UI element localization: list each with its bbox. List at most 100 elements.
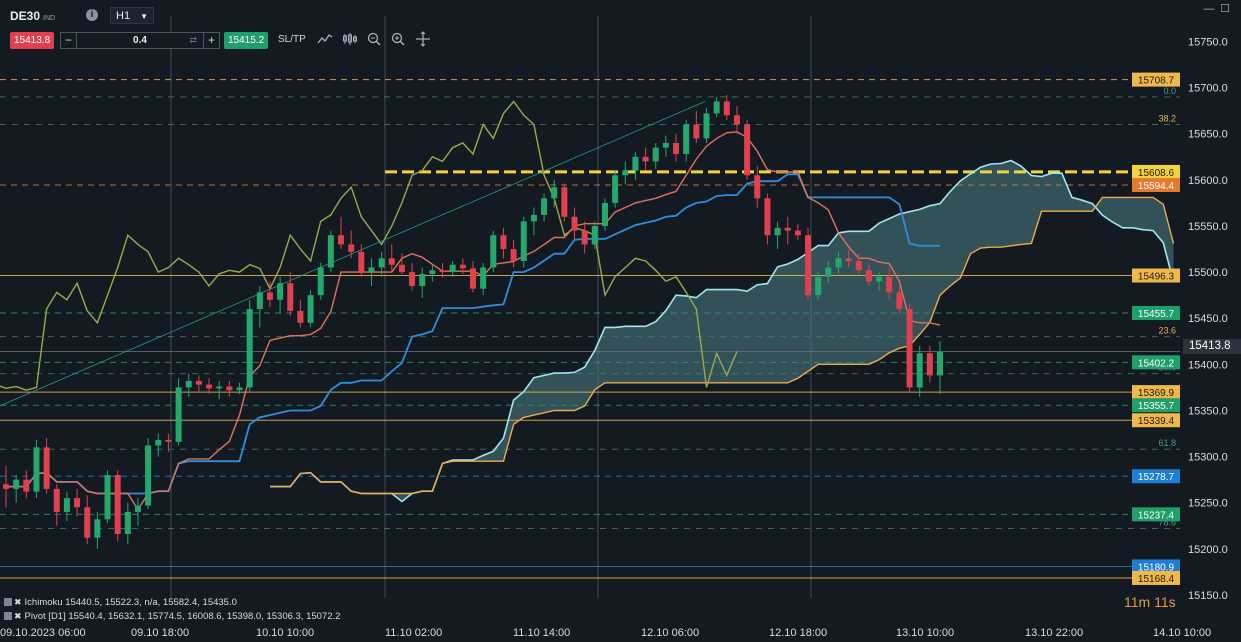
sltp-button[interactable]: SL/TP — [278, 34, 306, 45]
time-tick: 09.10 18:00 — [131, 627, 189, 639]
candle-body — [175, 387, 182, 442]
price-label-text: 15496.3 — [1138, 272, 1175, 283]
candle-body — [896, 292, 903, 309]
price-tick: 15550.0 — [1188, 221, 1228, 233]
candle-body — [307, 295, 314, 323]
bar-type-icon[interactable] — [341, 31, 359, 49]
pivot-legend[interactable]: ✖ Pivot [D1] 15540.4, 15632.1, 15774.5, 1… — [4, 611, 340, 622]
ichimoku-legend[interactable]: ✖ Ichimoku 15440.5, 15522.3, n/a, 15582.4… — [4, 597, 237, 608]
candle-body — [520, 221, 527, 262]
candle-body — [916, 353, 923, 388]
price-label-text: 15708.7 — [1138, 76, 1175, 87]
symbol-label[interactable]: DE30 IND — [10, 9, 55, 23]
time-axis: 09.10.2023 06:00 09.10 18:00 10.10 10:00 11… — [0, 622, 1241, 642]
candle-body — [774, 227, 781, 236]
candle-body — [571, 216, 578, 231]
candle-body — [530, 214, 537, 222]
candle-body — [165, 439, 172, 442]
candle-body — [358, 251, 365, 273]
candle-body — [835, 258, 842, 268]
time-tick: 11.10 02:00 — [385, 627, 442, 639]
candle-body — [561, 187, 568, 217]
price-tick: 15300.0 — [1188, 452, 1228, 464]
candle-body — [43, 447, 50, 489]
candle-body — [713, 101, 720, 114]
price-label-text: 15237.4 — [1138, 510, 1175, 521]
candle-body — [937, 351, 943, 376]
candle-body — [266, 292, 273, 300]
candle-body — [23, 479, 30, 492]
candle-body — [236, 387, 243, 391]
price-label-text: 15402.2 — [1138, 358, 1175, 369]
settings-icon[interactable] — [4, 612, 12, 620]
price-tick: 15150.0 — [1188, 590, 1228, 602]
candle-body — [500, 235, 507, 250]
candle-body — [53, 488, 60, 512]
candle-body — [317, 267, 324, 296]
current-price-label: 15413.8 — [1183, 339, 1241, 354]
fib-label: 61.8 — [1158, 438, 1176, 448]
candle-body — [794, 230, 801, 236]
price-chart[interactable]: 0.038.223.650.061.878.6 15150.015200.015… — [0, 0, 1241, 642]
time-tick: 13.10 10:00 — [896, 627, 954, 639]
candle-body — [388, 258, 395, 265]
candle-body — [33, 447, 40, 492]
candle-body — [348, 244, 355, 252]
pivot-values: Pivot [D1] 15540.4, 15632.1, 15774.5, 16… — [24, 611, 341, 622]
candle-body — [327, 235, 334, 268]
candle-body — [886, 276, 893, 293]
sell-button[interactable]: 15413.8 — [10, 32, 55, 49]
candle-body — [744, 124, 751, 176]
settings-icon[interactable] — [4, 598, 12, 606]
price-label-text: 15278.7 — [1138, 472, 1175, 483]
minimize-icon[interactable]: — — [1203, 3, 1215, 15]
zoom-out-icon[interactable] — [365, 31, 383, 49]
buy-button[interactable]: 15415.2 — [224, 32, 269, 49]
candle-body — [480, 267, 487, 289]
zoom-in-icon[interactable] — [389, 31, 407, 49]
candle-body — [470, 268, 476, 289]
candle-body — [114, 475, 121, 535]
candle-body — [632, 156, 639, 171]
candle-body — [703, 113, 710, 139]
cloud-fill — [270, 160, 1174, 502]
candle-body — [865, 270, 872, 282]
crosshair-icon[interactable] — [414, 31, 432, 49]
swap-icon[interactable]: ⇄ — [189, 33, 197, 48]
price-tick: 15750.0 — [1188, 37, 1228, 49]
candle-body — [510, 249, 517, 262]
candle-body — [124, 511, 131, 535]
candle-body — [277, 283, 284, 300]
candle-body — [805, 235, 812, 296]
candle-body — [541, 198, 548, 215]
candle-body — [195, 380, 202, 385]
price-label-text: 15355.7 — [1138, 401, 1175, 412]
candle-body — [815, 276, 822, 296]
volume-value[interactable]: 0.4 — [77, 33, 203, 48]
candle-body — [723, 101, 730, 116]
candle-body — [754, 175, 761, 199]
candle-body — [419, 273, 426, 286]
price-tick: 15450.0 — [1188, 313, 1228, 325]
info-icon[interactable]: i — [86, 9, 98, 21]
volume-increase-button[interactable]: + — [203, 33, 219, 48]
maximize-icon[interactable]: ☐ — [1219, 3, 1231, 15]
candle-body — [876, 276, 883, 282]
time-tick: 10.10 10:00 — [256, 627, 314, 639]
candle-body — [551, 187, 558, 199]
close-icon[interactable]: ✖ — [14, 611, 22, 621]
line-chart-icon[interactable] — [316, 31, 334, 49]
candle-body — [490, 235, 497, 268]
candle-body — [155, 439, 162, 446]
volume-stepper[interactable]: − 0.4 ⇄ + — [60, 32, 220, 49]
candle-body — [256, 292, 263, 309]
volume-decrease-button[interactable]: − — [61, 33, 77, 48]
timeframe-select[interactable]: H1 ▼ — [110, 7, 154, 24]
horizontal-levels — [0, 79, 1180, 579]
candle-body — [134, 505, 141, 512]
time-tick: 12.10 18:00 — [769, 627, 827, 639]
candle-body — [845, 258, 852, 262]
close-icon[interactable]: ✖ — [14, 597, 22, 607]
candle-body — [784, 227, 791, 231]
candle-body — [825, 267, 832, 277]
